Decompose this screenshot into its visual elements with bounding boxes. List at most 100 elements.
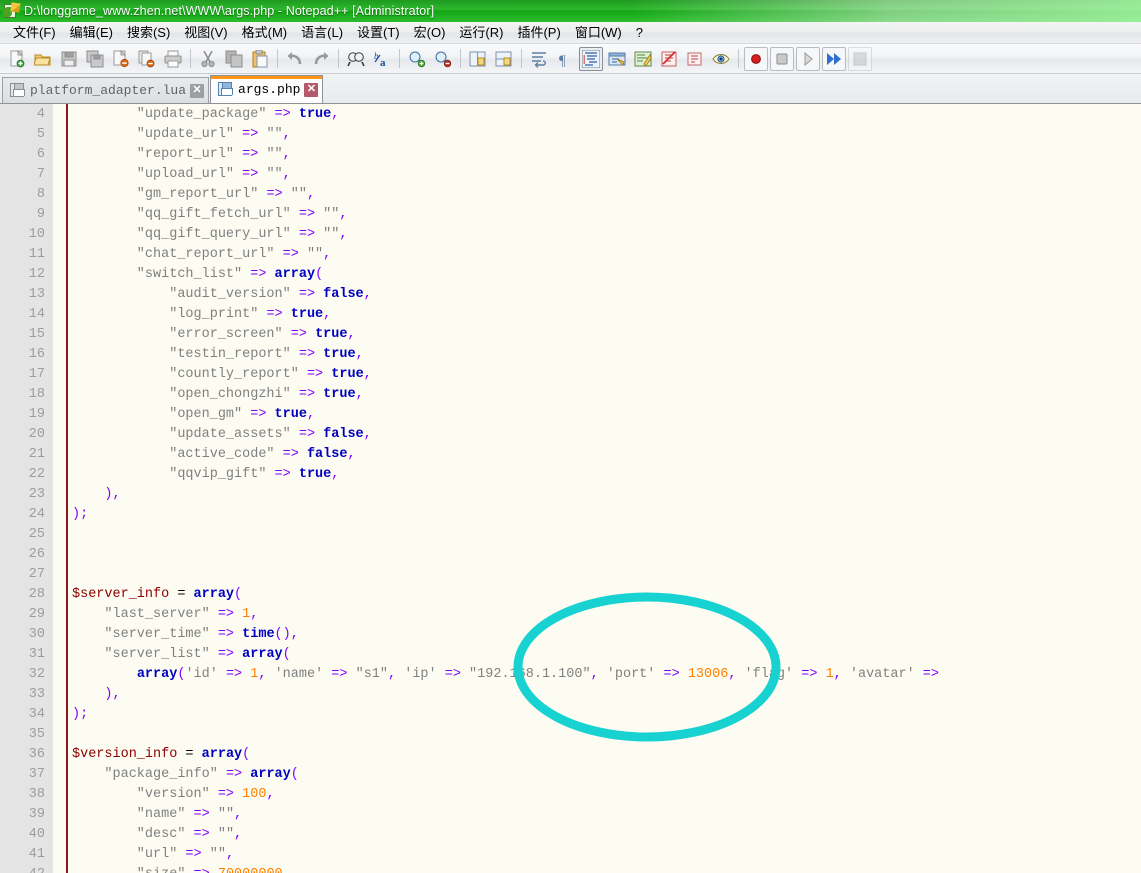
zoom-out-icon[interactable] — [431, 47, 455, 71]
sync-vertical-icon[interactable] — [466, 47, 490, 71]
code-line[interactable]: "package_info" => array( — [72, 765, 1141, 785]
indent-guide-icon[interactable] — [579, 47, 603, 71]
monitoring-icon[interactable] — [709, 47, 733, 71]
menu-window[interactable]: 窗口(W) — [568, 23, 629, 43]
code-token-op: => — [250, 407, 274, 422]
code-line[interactable]: "open_gm" => true, — [72, 405, 1141, 425]
show-doc-map-icon[interactable] — [631, 47, 655, 71]
code-token-op: => — [226, 667, 250, 682]
code-line[interactable]: "server_list" => array( — [72, 645, 1141, 665]
print-icon[interactable] — [161, 47, 185, 71]
code-token-op: => — [250, 267, 274, 282]
menu-plugins[interactable]: 插件(P) — [510, 23, 567, 43]
line-number: 27 — [0, 565, 45, 585]
folder-as-workspace-icon[interactable] — [683, 47, 707, 71]
record-macro-icon[interactable] — [744, 47, 768, 71]
code-line[interactable]: "qq_gift_fetch_url" => "", — [72, 205, 1141, 225]
code-line[interactable]: "name" => "", — [72, 805, 1141, 825]
code-line[interactable]: ), — [72, 485, 1141, 505]
tab-platform-adapter-lua[interactable]: platform_adapter.lua✕ — [2, 77, 209, 103]
copy-icon[interactable] — [222, 47, 246, 71]
menu-settings[interactable]: 设置(T) — [350, 23, 407, 43]
code-line[interactable]: "url" => "", — [72, 845, 1141, 865]
tab-close-icon[interactable]: ✕ — [304, 83, 318, 97]
menu-edit[interactable]: 编辑(E) — [63, 23, 120, 43]
code-line[interactable]: "switch_list" => array( — [72, 265, 1141, 285]
code-line[interactable]: "desc" => "", — [72, 825, 1141, 845]
code-line[interactable]: "update_package" => true, — [72, 105, 1141, 125]
menu-run[interactable]: 运行(R) — [452, 23, 510, 43]
code-line[interactable]: "upload_url" => "", — [72, 165, 1141, 185]
cut-icon[interactable] — [196, 47, 220, 71]
menu-help[interactable]: ? — [629, 23, 650, 43]
code-line[interactable]: $server_info = array( — [72, 585, 1141, 605]
code-token-kw: array — [275, 267, 316, 282]
code-line[interactable] — [72, 565, 1141, 585]
code-token-kw: array — [250, 767, 291, 782]
stop-record-icon[interactable] — [770, 47, 794, 71]
new-file-icon[interactable] — [5, 47, 29, 71]
code-line[interactable]: "error_screen" => true, — [72, 325, 1141, 345]
code-line[interactable]: ), — [72, 685, 1141, 705]
tab-args-php[interactable]: args.php✕ — [210, 75, 323, 103]
play-macro-icon[interactable] — [796, 47, 820, 71]
code-editor[interactable]: 4567891011121314151617181920212223242526… — [0, 104, 1141, 873]
find-icon[interactable] — [344, 47, 368, 71]
code-line[interactable]: "audit_version" => false, — [72, 285, 1141, 305]
menu-language[interactable]: 语言(L) — [294, 23, 350, 43]
menu-macro[interactable]: 宏(O) — [407, 23, 453, 43]
zoom-in-icon[interactable] — [405, 47, 429, 71]
fold-margin[interactable] — [53, 104, 66, 873]
menu-format[interactable]: 格式(M) — [235, 23, 295, 43]
sync-horizontal-icon[interactable] — [492, 47, 516, 71]
code-line[interactable]: "update_url" => "", — [72, 125, 1141, 145]
save-icon[interactable] — [57, 47, 81, 71]
code-line[interactable]: ); — [72, 705, 1141, 725]
code-line[interactable]: $version_info = array( — [72, 745, 1141, 765]
undo-icon[interactable] — [283, 47, 307, 71]
show-all-chars-icon[interactable]: ¶ — [553, 47, 577, 71]
code-line[interactable]: "active_code" => false, — [72, 445, 1141, 465]
code-line[interactable]: "version" => 100, — [72, 785, 1141, 805]
tab-close-icon[interactable]: ✕ — [190, 84, 204, 98]
code-line[interactable]: ); — [72, 505, 1141, 525]
menu-search[interactable]: 搜索(S) — [120, 23, 177, 43]
code-line[interactable]: "countly_report" => true, — [72, 365, 1141, 385]
user-defined-dialog-icon[interactable] — [605, 47, 629, 71]
code-line[interactable]: "log_print" => true, — [72, 305, 1141, 325]
menu-file[interactable]: 文件(F) — [6, 23, 63, 43]
code-line[interactable]: "report_url" => "", — [72, 145, 1141, 165]
redo-icon[interactable] — [309, 47, 333, 71]
code-token-str: "open_chongzhi" — [72, 387, 299, 402]
code-line[interactable]: "gm_report_url" => "", — [72, 185, 1141, 205]
replace-icon[interactable]: ba — [370, 47, 394, 71]
close-file-icon[interactable] — [109, 47, 133, 71]
code-line[interactable]: array('id' => 1, 'name' => "s1", 'ip' =>… — [72, 665, 1141, 685]
code-token-str: "" — [218, 827, 234, 842]
menu-view[interactable]: 视图(V) — [177, 23, 234, 43]
save-all-icon[interactable] — [83, 47, 107, 71]
code-line[interactable] — [72, 725, 1141, 745]
run-macro-multiple-icon[interactable] — [822, 47, 846, 71]
code-line[interactable]: "update_assets" => false, — [72, 425, 1141, 445]
code-line[interactable]: "server_time" => time(), — [72, 625, 1141, 645]
code-text-area[interactable]: "update_package" => true, "update_url" =… — [72, 104, 1141, 873]
code-line[interactable] — [72, 545, 1141, 565]
paste-icon[interactable] — [248, 47, 272, 71]
code-token-str: "desc" — [72, 827, 194, 842]
code-line[interactable]: "last_server" => 1, — [72, 605, 1141, 625]
code-line[interactable]: "chat_report_url" => "", — [72, 245, 1141, 265]
code-line[interactable]: "open_chongzhi" => true, — [72, 385, 1141, 405]
notepad-plus-plus-icon — [3, 3, 19, 19]
function-list-icon[interactable] — [657, 47, 681, 71]
code-line[interactable]: "testin_report" => true, — [72, 345, 1141, 365]
code-line[interactable]: "size" => 70000000, — [72, 865, 1141, 873]
close-all-icon[interactable] — [135, 47, 159, 71]
code-line[interactable]: "qqvip_gift" => true, — [72, 465, 1141, 485]
word-wrap-icon[interactable] — [527, 47, 551, 71]
code-line[interactable] — [72, 525, 1141, 545]
open-file-icon[interactable] — [31, 47, 55, 71]
code-line[interactable]: "qq_gift_query_url" => "", — [72, 225, 1141, 245]
line-number: 6 — [0, 145, 45, 165]
code-token-pun: ); — [72, 507, 88, 522]
